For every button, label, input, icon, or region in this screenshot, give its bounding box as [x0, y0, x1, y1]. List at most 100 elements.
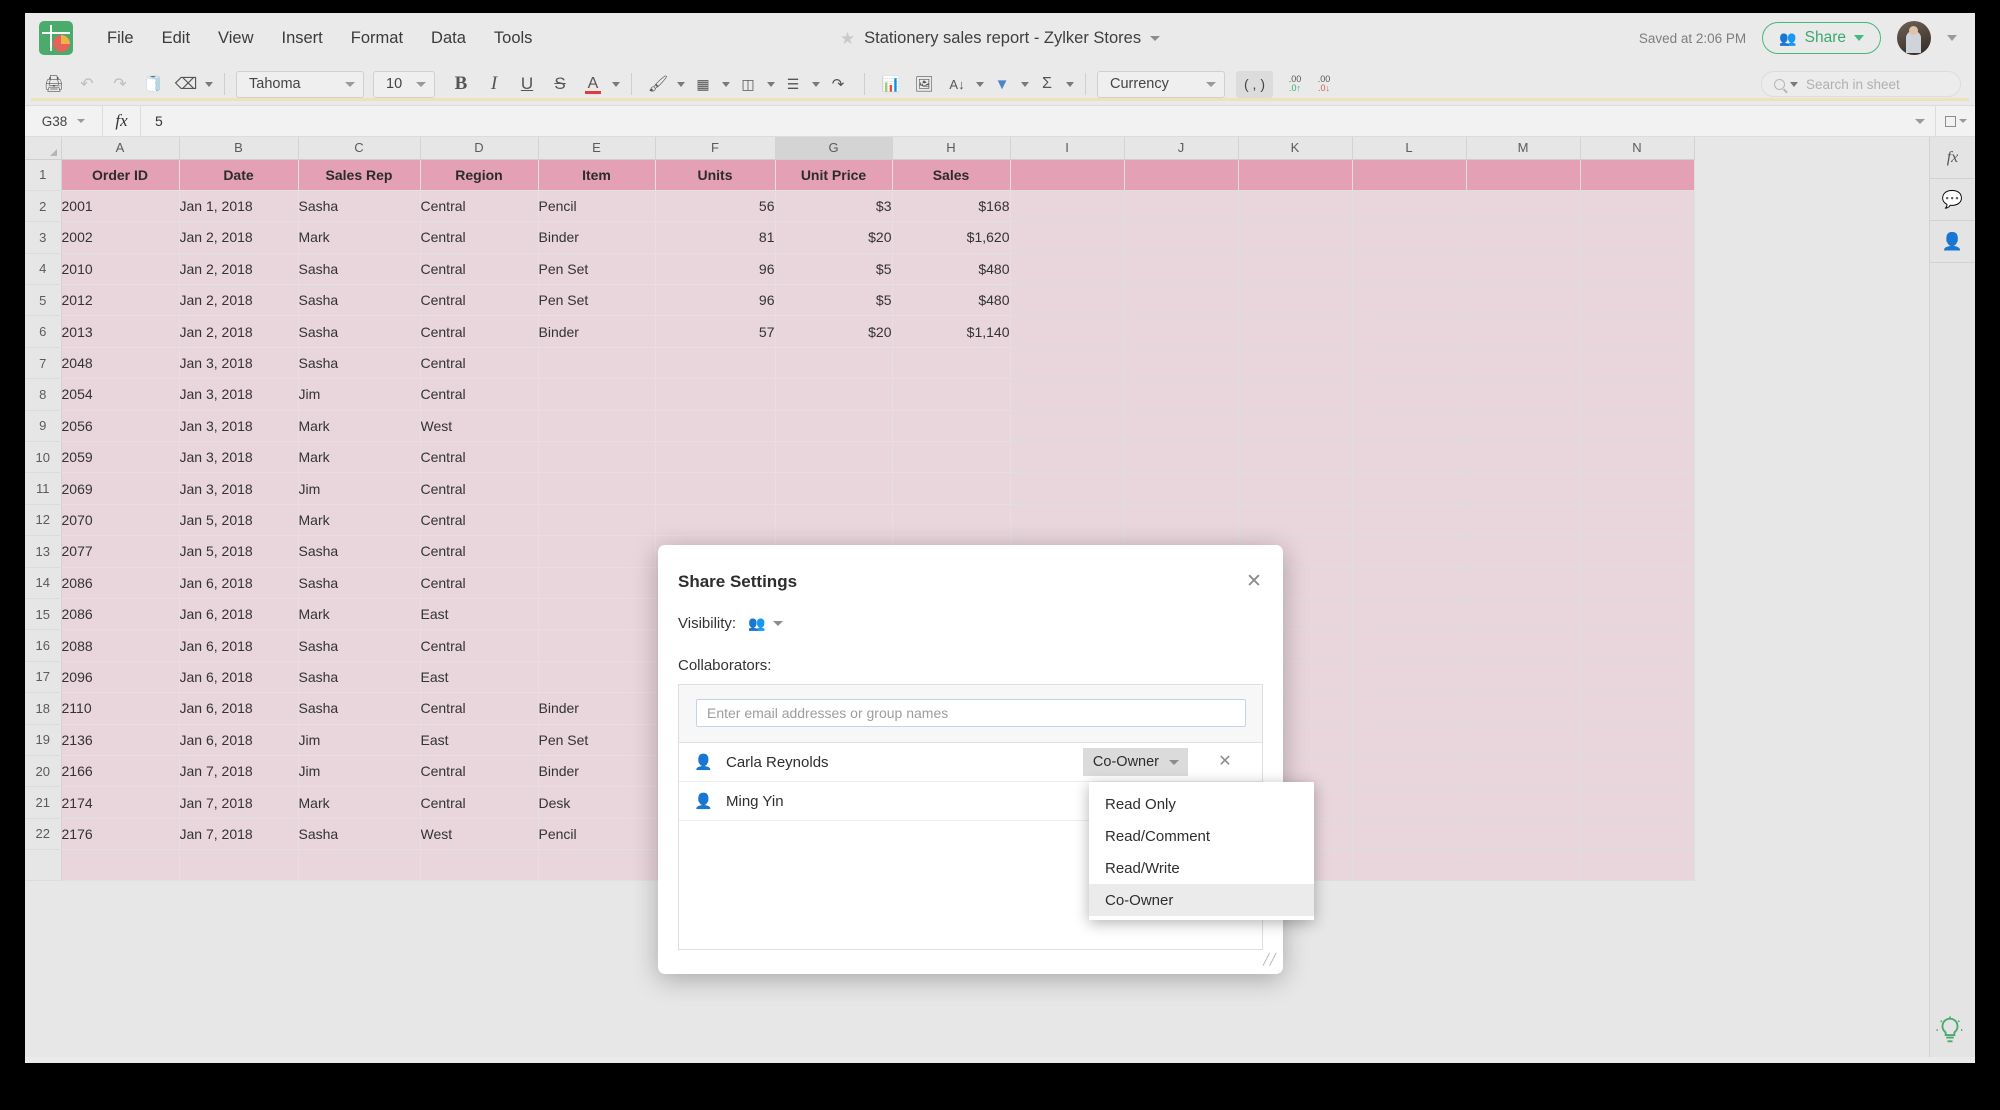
menu-item-insert[interactable]: Insert [268, 24, 337, 53]
image-icon[interactable]: 🖼 [909, 70, 939, 98]
eraser-dropdown-caret-icon[interactable] [205, 81, 213, 87]
page-title: Stationery sales report - Zylker Stores [864, 28, 1142, 47]
dialog-overlay: Share Settings ✕ Visibility: 👥 Collabora… [25, 137, 1975, 1057]
sum-caret-icon[interactable] [1066, 81, 1074, 87]
fill-color-icon[interactable]: 🖌 [31, 70, 1969, 101]
role-option-read-only[interactable]: Read Only [1089, 788, 1314, 820]
text-color-button[interactable]: A [578, 70, 608, 98]
people-icon: 👥 [1779, 29, 1797, 46]
strikethrough-button[interactable]: S [545, 70, 575, 98]
number-format-value: Currency [1110, 76, 1169, 92]
menu-item-data[interactable]: Data [417, 24, 480, 53]
merge-cells-caret-icon[interactable] [767, 81, 775, 87]
share-button-label: Share [1804, 29, 1846, 46]
formula-input[interactable]: 5 [141, 113, 1905, 129]
paint-roller-icon[interactable]: 🧻 [138, 70, 168, 98]
menu-item-format[interactable]: Format [337, 24, 417, 53]
bold-button[interactable]: B [446, 70, 476, 98]
zoho-sheet-logo-icon [39, 21, 73, 55]
chevron-down-icon[interactable] [1947, 35, 1957, 41]
search-input[interactable]: Search in sheet [1761, 71, 1961, 97]
search-area: Search in sheet [1761, 71, 1961, 97]
insert-function-button[interactable]: fx [103, 105, 141, 137]
grid-icon[interactable] [1935, 105, 1975, 137]
menu-bar: File Edit View Insert Format Data Tools … [25, 13, 1975, 63]
font-size-value: 10 [386, 76, 403, 92]
caret-down-icon [772, 621, 783, 626]
undo-icon[interactable]: ↶ [72, 70, 102, 98]
dialog-title: Share Settings [678, 572, 798, 591]
redo-icon[interactable]: ↷ [105, 70, 135, 98]
formula-bar-actions [1905, 105, 1975, 137]
font-size-select[interactable]: 10 [373, 70, 435, 98]
saved-status: Saved at 2:06 PM [1638, 30, 1747, 46]
borders-caret-icon[interactable] [722, 81, 730, 87]
chevron-down-icon [345, 81, 355, 87]
menu-item-tools[interactable]: Tools [480, 24, 547, 53]
person-icon: 👤 [694, 793, 713, 810]
formula-bar: G38 fx 5 [25, 105, 1975, 137]
search-placeholder: Search in sheet [1806, 76, 1900, 92]
role-option-co-owner[interactable]: Co-Owner [1089, 884, 1314, 916]
cell-reference-box[interactable]: G38 [25, 105, 103, 137]
sort-caret-icon[interactable] [976, 81, 984, 87]
people-group-icon: 👥 [748, 615, 766, 631]
filter-caret-icon[interactable] [1021, 81, 1029, 87]
toolbar-divider-1 [224, 73, 225, 95]
search-options-caret-icon[interactable] [1790, 81, 1798, 87]
star-icon[interactable]: ★ [840, 30, 855, 47]
visibility-select[interactable]: 👥 [748, 615, 783, 632]
fill-color-caret-icon[interactable] [677, 81, 685, 87]
merge-cells-icon[interactable]: ◫ [733, 70, 763, 98]
collaborator-name: Ming Yin [726, 792, 784, 810]
chevron-down-icon[interactable] [1150, 35, 1161, 41]
role-select[interactable]: Co-Owner [1082, 748, 1188, 776]
role-option-read-write[interactable]: Read/Write [1089, 852, 1314, 884]
decrease-decimal-icon[interactable]: .00.0↓ [1311, 70, 1337, 98]
collaborators-label: Collaborators: [678, 657, 772, 674]
italic-button[interactable]: I [479, 70, 509, 98]
remove-collaborator-button[interactable]: ✕ [1216, 753, 1234, 771]
font-family-value: Tahoma [249, 76, 301, 92]
print-icon[interactable]: 🖨 [39, 70, 69, 98]
list-item[interactable]: 👤 Carla Reynolds Co-Owner ✕ [679, 743, 1262, 782]
share-button[interactable]: 👥 Share [1762, 22, 1881, 54]
comma-format-button[interactable]: ( , ) [1236, 70, 1273, 98]
eraser-icon[interactable]: ⌫ [171, 70, 201, 98]
font-family-select[interactable]: Tahoma [236, 70, 364, 98]
filter-icon[interactable]: ▼ [987, 70, 1017, 98]
align-caret-icon[interactable] [812, 81, 820, 87]
sort-az-icon[interactable]: A↓ [942, 70, 972, 98]
search-icon [1774, 78, 1785, 90]
sum-sigma-icon[interactable]: Σ [1032, 70, 1062, 98]
increase-decimal-icon[interactable]: .00.0↑ [1282, 70, 1308, 98]
collaborator-name: Carla Reynolds [726, 753, 829, 771]
caret-down-icon [1169, 759, 1179, 765]
borders-icon[interactable]: ▦ [688, 70, 718, 98]
toolbar-divider-3 [864, 73, 865, 95]
sheet-area: A B C D E F G H I J K L M N 1 Order ID Date Sales Rep Regi… [25, 137, 1975, 1057]
chevron-down-icon [1915, 118, 1925, 124]
email-input[interactable] [696, 699, 1246, 727]
close-icon[interactable]: ✕ [1243, 570, 1265, 592]
menu-item-file[interactable]: File [93, 24, 148, 53]
chart-icon[interactable]: 📊 [876, 70, 906, 98]
toolbar-divider-4 [1085, 73, 1086, 95]
fill-color-swatch [31, 98, 1969, 101]
wrap-text-icon[interactable]: ↷ [823, 70, 853, 98]
text-color-caret-icon[interactable] [612, 81, 620, 87]
avatar[interactable] [1897, 21, 1931, 55]
role-dropdown-menu: Read Only Read/Comment Read/Write Co-Own… [1089, 782, 1314, 920]
menu-item-view[interactable]: View [204, 24, 267, 53]
expand-formula-bar-button[interactable] [1905, 118, 1935, 124]
main-menu: File Edit View Insert Format Data Tools [93, 24, 546, 53]
menu-item-edit[interactable]: Edit [148, 24, 204, 53]
number-format-select[interactable]: Currency [1097, 70, 1225, 98]
chevron-down-icon [416, 81, 426, 87]
toolbar-divider-2 [631, 73, 632, 95]
align-left-icon[interactable]: ☰ [778, 70, 808, 98]
role-option-read-comment[interactable]: Read/Comment [1089, 820, 1314, 852]
underline-button[interactable]: U [512, 70, 542, 98]
resize-handle-icon[interactable]: ╱╱ [1263, 955, 1276, 967]
toolbar: 🖨 ↶ ↷ 🧻 ⌫ Tahoma 10 B I U S A 🖌 ▦ ◫ ☰ ↷ … [25, 63, 1975, 105]
